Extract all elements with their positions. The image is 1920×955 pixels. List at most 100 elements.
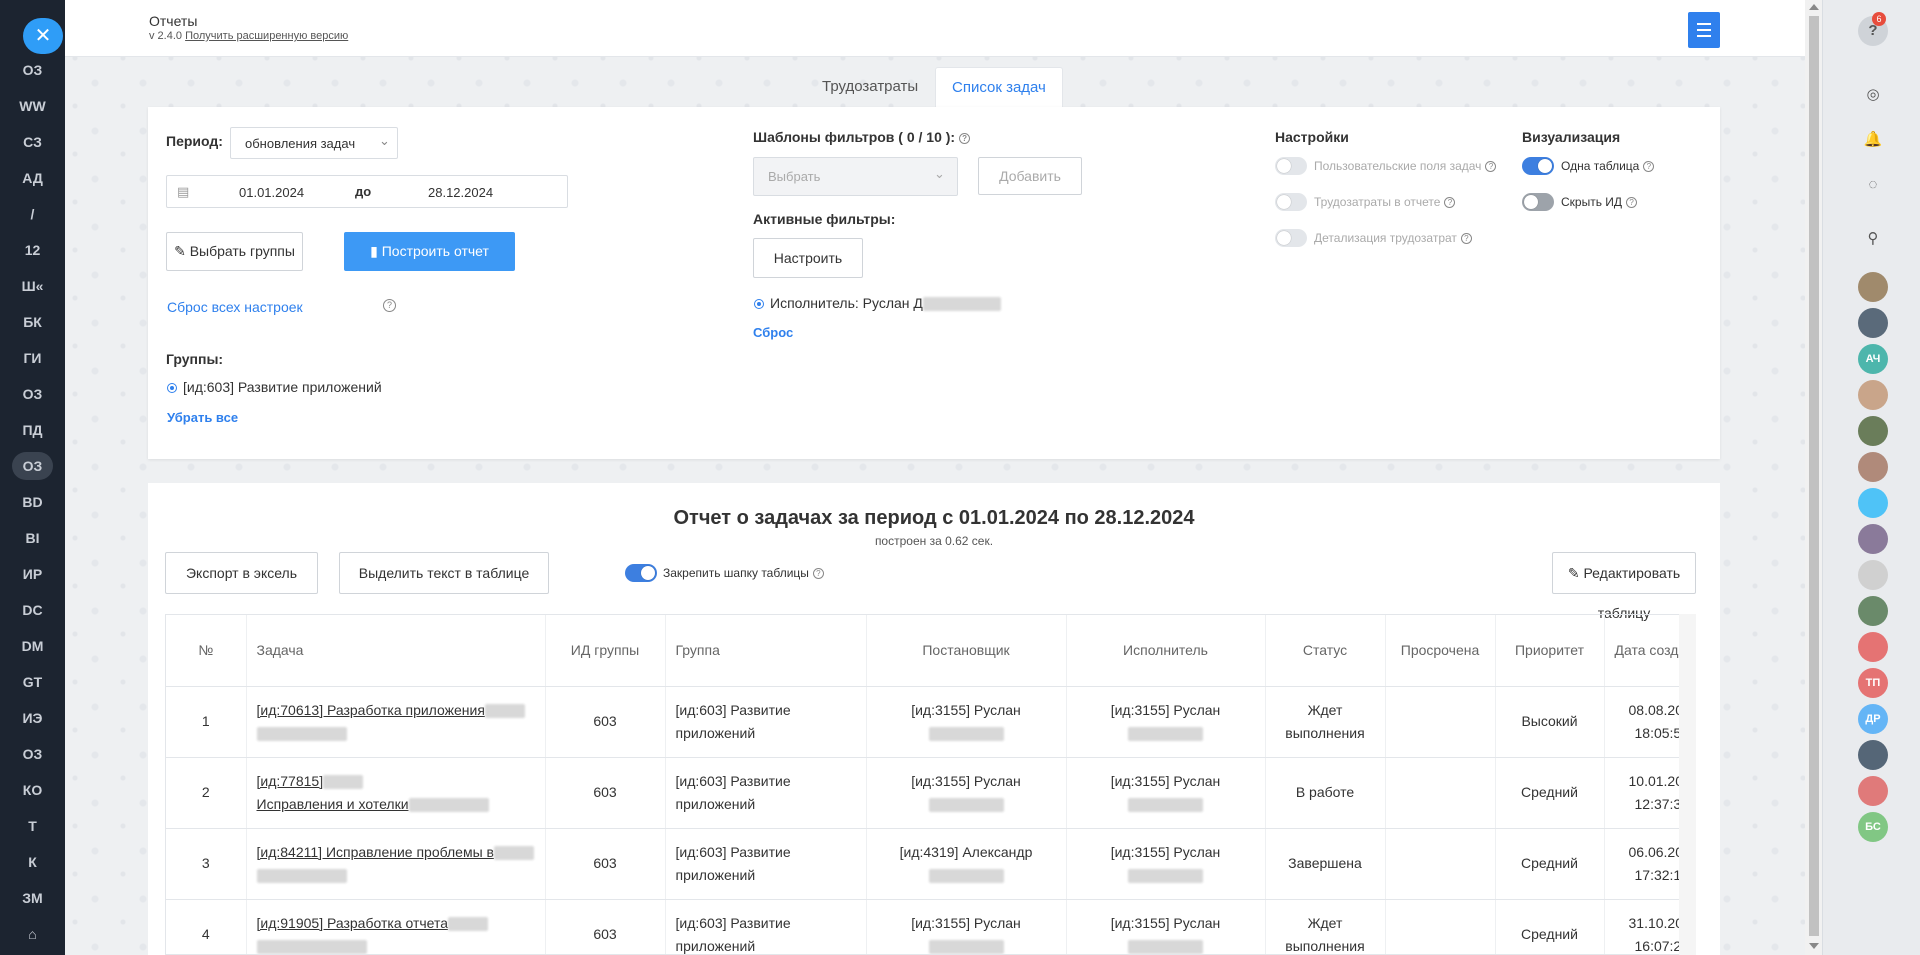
avatar[interactable]: ТП	[1858, 668, 1888, 698]
help-icon[interactable]: ?	[379, 297, 396, 313]
redacted-text	[928, 726, 1004, 741]
sidebar-item[interactable]: ОЗ	[12, 452, 53, 480]
sidebar-item[interactable]: DM	[12, 632, 53, 660]
reset-all-settings-link[interactable]: Сброс всех настроек	[167, 299, 303, 315]
task-link[interactable]: [ид:84211] Исправление проблемы в	[257, 844, 494, 860]
avatar[interactable]: БС	[1858, 812, 1888, 842]
sidebar-item[interactable]: WW	[12, 92, 53, 120]
avatar[interactable]	[1858, 272, 1888, 302]
setter-cell: [ид:4319] Александр	[866, 828, 1067, 900]
sidebar-item[interactable]: BI	[12, 524, 53, 552]
avatar[interactable]: АЧ	[1858, 344, 1888, 374]
sidebar-item[interactable]: ОЗ	[12, 56, 53, 84]
date-to-input[interactable]: 28.12.2024	[428, 185, 493, 200]
tab-task-list[interactable]: Список задач	[935, 67, 1063, 107]
export-excel-button[interactable]: Экспорт в эксель	[165, 552, 318, 594]
single-table-toggle[interactable]	[1522, 157, 1554, 175]
add-template-button[interactable]: Добавить	[978, 157, 1082, 195]
avatar[interactable]	[1858, 740, 1888, 770]
sidebar-item[interactable]: GT	[12, 668, 53, 696]
chat-icon[interactable]: ◌	[1858, 170, 1888, 200]
edit-table-button[interactable]: ✎ Редактировать таблицу	[1552, 552, 1696, 621]
sidebar-item[interactable]: Ш«	[12, 272, 53, 300]
avatar[interactable]	[1858, 488, 1888, 518]
help-icon[interactable]: ?	[959, 132, 971, 144]
choose-groups-button[interactable]: ✎ Выбрать группы	[166, 232, 303, 271]
sidebar-item[interactable]: БК	[12, 308, 53, 336]
remove-all-link[interactable]: Убрать все	[167, 410, 238, 425]
avatar[interactable]	[1858, 380, 1888, 410]
sidebar-item[interactable]: К	[12, 848, 53, 876]
hide-id-toggle[interactable]	[1522, 193, 1554, 211]
home-icon[interactable]: ⌂	[12, 920, 53, 948]
help-icon[interactable]: ?	[1626, 197, 1638, 209]
sidebar-item[interactable]: ЗМ	[12, 884, 53, 912]
templates-select[interactable]: Выбрать ⌄	[753, 157, 958, 196]
sidebar-item[interactable]: BD	[12, 488, 53, 516]
avatar[interactable]	[1858, 632, 1888, 662]
column-header[interactable]: Статус	[1265, 615, 1386, 687]
labor-in-report-toggle[interactable]	[1275, 193, 1307, 211]
avatar[interactable]	[1858, 596, 1888, 626]
column-header[interactable]: Постановщик	[866, 615, 1067, 687]
labor-detail-toggle[interactable]	[1275, 229, 1307, 247]
upgrade-link[interactable]: Получить расширенную версию	[185, 30, 348, 42]
sidebar-item[interactable]: КО	[12, 776, 53, 804]
table-scrollbar[interactable]	[1679, 614, 1696, 955]
sidebar-item[interactable]: ОЗ	[12, 380, 53, 408]
sidebar-item[interactable]: /	[12, 200, 53, 228]
help-icon[interactable]: ?	[1643, 161, 1655, 173]
build-report-button[interactable]: ▮ Построить отчет	[344, 232, 515, 271]
avatar[interactable]	[1858, 308, 1888, 338]
sidebar-item[interactable]: ГИ	[12, 344, 53, 372]
select-text-button[interactable]: Выделить текст в таблице	[339, 552, 549, 594]
help-icon[interactable]: ?	[1485, 161, 1497, 173]
remove-filter-icon[interactable]	[754, 299, 764, 310]
avatar[interactable]	[1858, 416, 1888, 446]
close-icon[interactable]: ✕	[23, 18, 63, 54]
column-header[interactable]: Приоритет	[1495, 615, 1605, 687]
configure-filters-button[interactable]: Настроить	[753, 238, 863, 278]
column-header[interactable]: Просрочена	[1385, 615, 1496, 687]
custom-fields-toggle[interactable]	[1275, 157, 1307, 175]
avatar[interactable]	[1858, 776, 1888, 806]
column-header[interactable]: Задача	[246, 615, 546, 687]
task-link[interactable]: [ид:77815]	[257, 773, 324, 789]
sidebar-item[interactable]: DC	[12, 596, 53, 624]
column-header[interactable]: ИД группы	[545, 615, 666, 687]
target-icon[interactable]: ◎	[1858, 80, 1888, 110]
bell-icon[interactable]: 🔔	[1858, 125, 1888, 155]
sidebar-item[interactable]: ОЗ	[12, 740, 53, 768]
date-from-input[interactable]: 01.01.2024	[239, 185, 304, 200]
avatar[interactable]	[1858, 524, 1888, 554]
column-header[interactable]: Группа	[665, 615, 867, 687]
help-icon[interactable]: ?	[1444, 197, 1456, 209]
sidebar-item[interactable]: ИР	[12, 560, 53, 588]
search-icon[interactable]: ⚲	[1858, 224, 1888, 254]
column-header[interactable]: №	[166, 615, 247, 687]
group-name-line2: приложений	[675, 866, 756, 883]
pin-header-toggle[interactable]	[625, 564, 657, 582]
sidebar-item[interactable]: СЗ	[12, 128, 53, 156]
hamburger-menu-icon[interactable]	[1688, 12, 1720, 48]
group-cell: [ид:603] Развитие приложений	[665, 686, 867, 758]
task-link[interactable]: [ид:91905] Разработка отчета	[257, 915, 449, 931]
avatar[interactable]	[1858, 452, 1888, 482]
column-header[interactable]: Исполнитель	[1066, 615, 1266, 687]
task-link[interactable]: [ид:70613] Разработка приложения	[257, 702, 485, 718]
help-icon[interactable]: ?	[812, 568, 824, 580]
help-icon[interactable]: ?	[1460, 233, 1472, 245]
sidebar-item[interactable]: ПД	[12, 416, 53, 444]
sidebar-item[interactable]: Т	[12, 812, 53, 840]
tab-labor-costs[interactable]: Трудозатраты	[806, 67, 934, 107]
sidebar-item[interactable]: АД	[12, 164, 53, 192]
task-link[interactable]: Исправления и хотелки	[257, 796, 409, 812]
sidebar-item[interactable]: 12	[12, 236, 53, 264]
reset-filters-link[interactable]: Сброс	[753, 325, 793, 340]
avatar[interactable]	[1858, 560, 1888, 590]
period-select[interactable]: обновления задач ⌄	[230, 127, 398, 159]
page-scrollbar[interactable]	[1805, 0, 1822, 955]
remove-group-icon[interactable]	[167, 383, 177, 394]
sidebar-item[interactable]: ИЭ	[12, 704, 53, 732]
avatar[interactable]: ДР	[1858, 704, 1888, 734]
